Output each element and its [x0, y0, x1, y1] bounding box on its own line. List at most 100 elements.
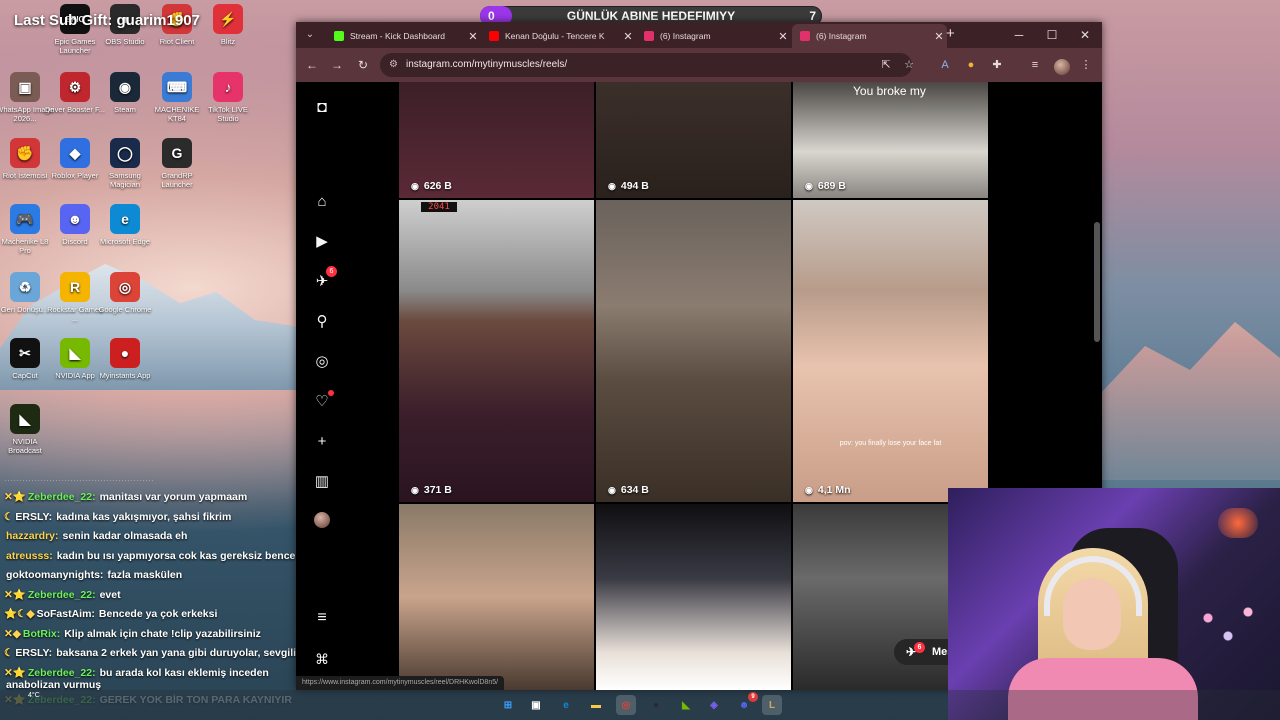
- app-taskbar-icon[interactable]: ◈: [704, 695, 724, 715]
- weather-widget[interactable]: 4°C: [28, 692, 40, 699]
- tab-favicon-icon: [644, 31, 654, 41]
- start-icon[interactable]: ⊞: [498, 695, 518, 715]
- discord-taskbar-icon[interactable]: ☻ 9: [734, 692, 758, 715]
- address-bar[interactable]: ⚙ instagram.com/mytinymuscles/reels/: [380, 53, 912, 77]
- create-icon[interactable]: +: [312, 432, 332, 452]
- chat-message: hazzardry: senin kadar olmasada eh: [0, 527, 300, 547]
- desktop-icon[interactable]: ● Myinstants App: [95, 338, 155, 380]
- reel-thumbnail[interactable]: ◉ 634 B: [596, 200, 791, 502]
- new-tab-button[interactable]: +: [946, 25, 955, 42]
- desktop-icon[interactable]: ◯ Samsung Magician: [95, 138, 155, 189]
- machenike-kt84-icon: ⌨: [162, 72, 192, 102]
- chrome-taskbar-icon[interactable]: ◎: [616, 695, 636, 715]
- chat-username[interactable]: atreusss:: [6, 550, 53, 562]
- chat-badges: ✕⭐: [4, 491, 26, 503]
- desktop-icon[interactable]: e Microsoft Edge: [95, 204, 155, 246]
- chat-username[interactable]: ERSLY:: [15, 647, 52, 659]
- explore-icon[interactable]: ◎: [312, 352, 332, 372]
- tab-close-icon[interactable]: ✕: [775, 30, 791, 43]
- browser-toolbar: ← → ↻ ⚙ instagram.com/mytinymuscles/reel…: [296, 48, 1102, 82]
- edge-taskbar-icon[interactable]: e: [556, 695, 576, 715]
- forward-arrow-icon[interactable]: →: [329, 57, 345, 73]
- reel-thumbnail[interactable]: You broke my ◉ 689 B: [793, 82, 988, 198]
- media-control-icon[interactable]: ≡: [1027, 57, 1043, 73]
- browser-tab[interactable]: Stream - Kick Dashboard ✕: [326, 24, 481, 48]
- tab-title: Stream - Kick Dashboard: [350, 31, 445, 41]
- nvidia-taskbar-icon[interactable]: ◣: [676, 695, 696, 715]
- bookmark-star-icon[interactable]: ☆: [901, 57, 917, 73]
- chat-badges: ⭐☾◆: [4, 608, 35, 620]
- chat-username[interactable]: hazzardry:: [6, 530, 59, 542]
- chat-username[interactable]: Zeberdee_22:: [28, 589, 96, 601]
- home-icon[interactable]: ⌂: [312, 192, 332, 212]
- taskbar-glyph: ◈: [710, 699, 718, 711]
- tab-close-icon[interactable]: ✕: [620, 30, 636, 43]
- sidebar-glyph: ✈: [315, 273, 329, 290]
- profile-avatar-icon[interactable]: [1052, 57, 1070, 75]
- chat-badges: ✕◆: [4, 627, 21, 640]
- reel-caption: You broke my: [853, 84, 926, 98]
- more-menu-icon[interactable]: ≡: [312, 608, 332, 628]
- lol-taskbar-icon[interactable]: L: [762, 695, 782, 715]
- desktop-icon[interactable]: ◉ Steam: [95, 72, 155, 114]
- chat-username[interactable]: Zeberdee_22:: [28, 491, 96, 503]
- back-arrow-icon[interactable]: ←: [304, 57, 320, 73]
- taskbar-glyph: ●: [652, 699, 660, 711]
- taskbar-glyph: ⊞: [503, 699, 513, 711]
- notifications-icon[interactable]: ♡: [312, 390, 334, 412]
- chat-username[interactable]: SoFastAim:: [37, 608, 95, 620]
- tab-close-icon[interactable]: ✕: [465, 30, 481, 43]
- reel-thumbnail[interactable]: [596, 504, 791, 690]
- eye-icon: ◉: [805, 485, 813, 495]
- instagram-logo-icon[interactable]: ◘: [312, 98, 332, 118]
- browser-tab[interactable]: (6) Instagram ✕: [792, 24, 947, 48]
- maximize-button[interactable]: ☐: [1037, 24, 1067, 46]
- chat-text: bu arada kol kası eklemiş inceden: [99, 666, 269, 679]
- taskbar-badge: 9: [748, 692, 758, 702]
- browser-tab[interactable]: (6) Instagram ✕: [636, 24, 791, 48]
- close-window-button[interactable]: ✕: [1070, 24, 1100, 46]
- tab-search-chevron-icon[interactable]: ⌄: [302, 27, 318, 43]
- reload-icon[interactable]: ↻: [355, 57, 371, 73]
- tab-title: (6) Instagram: [660, 31, 711, 41]
- reel-thumbnail[interactable]: pov: you finally lose your face fat ◉ 4,1 …: [793, 200, 988, 502]
- obs-taskbar-icon[interactable]: ●: [646, 695, 666, 715]
- chat-message: ☾ ERSLY: kadına kas yakışmıyor, şahsi fikr…: [0, 508, 300, 528]
- chat-username[interactable]: ERSLY:: [15, 511, 52, 523]
- roblox-icon: ◆: [60, 138, 90, 168]
- file-explorer-icon[interactable]: ▬: [586, 695, 606, 715]
- extensions-puzzle-icon[interactable]: ✚: [989, 57, 1005, 73]
- minimize-button[interactable]: ─: [1004, 24, 1034, 46]
- desktop-icon[interactable]: ◎ Google Chrome: [95, 272, 155, 314]
- reel-thumbnail[interactable]: ◉ 626 B: [399, 82, 594, 198]
- samsung-magician-icon: ◯: [110, 138, 140, 168]
- dashboard-icon[interactable]: ▥: [312, 472, 332, 492]
- browser-tab[interactable]: Kenan Doğulu - Tencere K ✕: [481, 24, 636, 48]
- chat-username[interactable]: Zeberdee_22:: [28, 667, 96, 679]
- reels-icon[interactable]: ▶: [312, 232, 332, 252]
- desktop-icon[interactable]: ⚡ Blitz: [198, 4, 258, 46]
- capcut-icon: ✂: [10, 338, 40, 368]
- reel-thumbnail[interactable]: ◉ 494 B: [596, 82, 791, 198]
- chat-username[interactable]: goktoomanynights:: [6, 569, 103, 581]
- chat-username[interactable]: BotRix:: [23, 628, 60, 640]
- search-icon[interactable]: ⚲: [312, 312, 332, 332]
- browser-menu-icon[interactable]: ⋮: [1078, 57, 1094, 73]
- site-info-icon[interactable]: ⚙: [389, 53, 398, 77]
- desktop-icon[interactable]: G GrandRP Launcher: [147, 138, 207, 189]
- image-file-icon: ▣: [10, 72, 40, 102]
- threads-icon[interactable]: ⌘: [312, 649, 332, 669]
- translate-extension-icon[interactable]: A: [937, 57, 953, 73]
- task-view-icon[interactable]: ▣: [526, 695, 546, 715]
- profile-icon[interactable]: [312, 510, 332, 530]
- extension-icon[interactable]: ●: [963, 57, 979, 73]
- desktop-icon-label: OBS Studio: [105, 37, 145, 46]
- taskbar-glyph: L: [768, 699, 776, 711]
- messages-icon[interactable]: ✈ 6: [312, 266, 337, 292]
- reel-thumbnail[interactable]: [399, 504, 594, 690]
- reel-thumbnail[interactable]: 2041 ◉ 371 B: [399, 200, 594, 502]
- desktop-icon[interactable]: ♪ TikTok LIVE Studio: [198, 72, 258, 123]
- desktop-icon[interactable]: ◣ NVIDIA Broadcast: [0, 404, 55, 455]
- tab-close-icon[interactable]: ✕: [931, 30, 947, 43]
- install-app-icon[interactable]: ⇱: [878, 57, 894, 73]
